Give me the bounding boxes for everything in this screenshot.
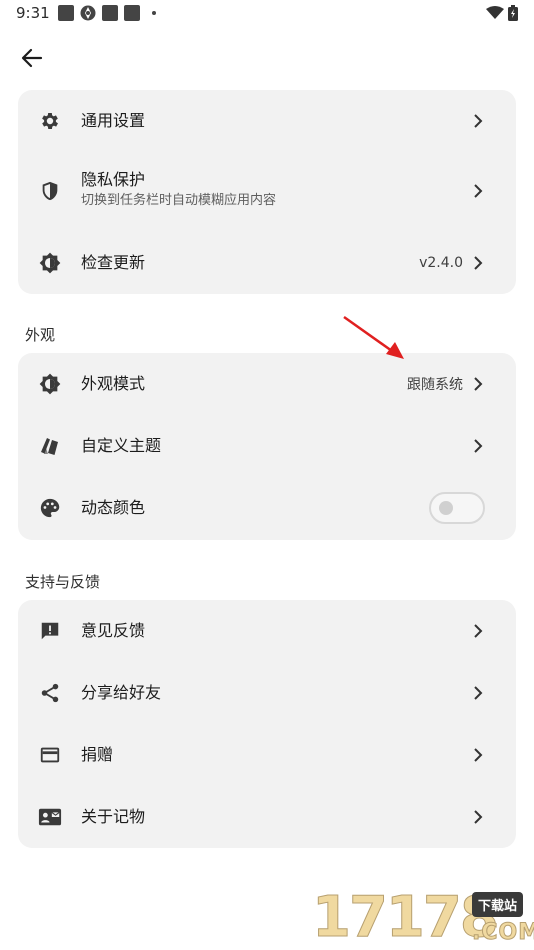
donate-row[interactable]: 捐赠 xyxy=(18,724,516,786)
feedback-row[interactable]: 意见反馈 xyxy=(18,600,516,662)
chevron-right-icon xyxy=(470,376,486,392)
appearance-mode-row[interactable]: 外观模式 跟随系统 xyxy=(18,353,516,415)
cards-icon xyxy=(38,434,62,458)
notification-icons xyxy=(58,5,156,21)
chevron-right-icon xyxy=(470,438,486,454)
privacy-protection-row[interactable]: 隐私保护 切换到任务栏时自动模糊应用内容 xyxy=(18,160,516,222)
row-text: 意见反馈 xyxy=(81,621,145,641)
row-text: 自定义主题 xyxy=(81,436,161,456)
row-title: 通用设置 xyxy=(81,111,146,130)
chevron-right-icon xyxy=(470,623,486,639)
watermark-suffix: .COM xyxy=(471,920,534,946)
row-title: 自定义主题 xyxy=(81,436,162,455)
custom-theme-row[interactable]: 自定义主题 xyxy=(18,415,516,477)
brightness-icon xyxy=(38,372,62,396)
appearance-card: 外观模式 跟随系统 自定义主题 动态颜色 xyxy=(18,353,516,540)
more-notifications-icon xyxy=(152,11,156,15)
gear-icon xyxy=(38,109,62,133)
row-text: 捐赠 xyxy=(81,745,113,765)
general-settings-card: 通用设置 隐私保护 切换到任务栏时自动模糊应用内容 检查更新 v2.4.0 xyxy=(18,90,516,294)
row-text: 检查更新 xyxy=(81,253,145,273)
version-value: v2.4.0 xyxy=(419,255,463,271)
row-text: 隐私保护 切换到任务栏时自动模糊应用内容 xyxy=(81,170,276,210)
system-icons xyxy=(486,5,518,21)
row-title: 捐赠 xyxy=(81,745,114,764)
section-label-support: 支持与反馈 xyxy=(25,573,101,591)
chevron-right-icon xyxy=(470,255,486,271)
watermark-logo: 17178 下载站 .COM xyxy=(308,885,534,950)
row-text: 关于记物 xyxy=(81,807,145,827)
aperture-icon xyxy=(80,5,96,21)
palette-icon xyxy=(38,496,62,520)
share-row[interactable]: 分享给好友 xyxy=(18,662,516,724)
back-button[interactable] xyxy=(18,44,46,72)
chevron-right-icon xyxy=(470,747,486,763)
watermark-number: 17178 xyxy=(312,885,500,950)
notification-icon xyxy=(58,5,74,21)
row-text: 动态颜色 xyxy=(81,498,145,518)
contact-card-icon xyxy=(38,805,62,829)
dynamic-color-toggle[interactable] xyxy=(429,492,485,524)
row-subtitle: 切换到任务栏时自动模糊应用内容 xyxy=(81,193,277,208)
notification-icon xyxy=(102,5,118,21)
share-icon xyxy=(38,681,62,705)
row-title: 外观模式 xyxy=(81,374,146,393)
row-title: 隐私保护 xyxy=(81,170,146,189)
row-text: 通用设置 xyxy=(81,111,145,131)
brightness-icon xyxy=(38,251,62,275)
chevron-right-icon xyxy=(470,809,486,825)
feedback-icon xyxy=(38,619,62,643)
general-settings-row[interactable]: 通用设置 xyxy=(18,90,516,152)
support-card: 意见反馈 分享给好友 捐赠 关于记物 xyxy=(18,600,516,848)
wifi-icon xyxy=(486,6,504,19)
row-title: 关于记物 xyxy=(81,807,146,826)
row-title: 意见反馈 xyxy=(81,621,146,640)
toggle-knob xyxy=(439,501,453,515)
row-text: 外观模式 xyxy=(81,374,145,394)
about-row[interactable]: 关于记物 xyxy=(18,786,516,848)
battery-icon xyxy=(508,5,518,21)
status-time: 9:31 xyxy=(16,4,50,22)
row-title: 分享给好友 xyxy=(81,683,162,702)
status-bar: 9:31 xyxy=(0,0,534,28)
watermark-tag: 下载站 xyxy=(472,892,524,917)
row-title: 动态颜色 xyxy=(81,498,146,517)
notification-icon xyxy=(124,5,140,21)
chevron-right-icon xyxy=(470,183,486,199)
appearance-mode-value: 跟随系统 xyxy=(407,377,463,393)
chevron-right-icon xyxy=(470,113,486,129)
row-title: 检查更新 xyxy=(81,253,146,272)
shield-icon xyxy=(38,179,62,203)
check-update-row[interactable]: 检查更新 v2.4.0 xyxy=(18,232,516,294)
credit-card-icon xyxy=(38,743,62,767)
arrow-left-icon xyxy=(21,48,43,68)
row-text: 分享给好友 xyxy=(81,683,161,703)
section-label-appearance: 外观 xyxy=(25,326,56,344)
dynamic-color-row[interactable]: 动态颜色 xyxy=(18,477,516,539)
chevron-right-icon xyxy=(470,685,486,701)
